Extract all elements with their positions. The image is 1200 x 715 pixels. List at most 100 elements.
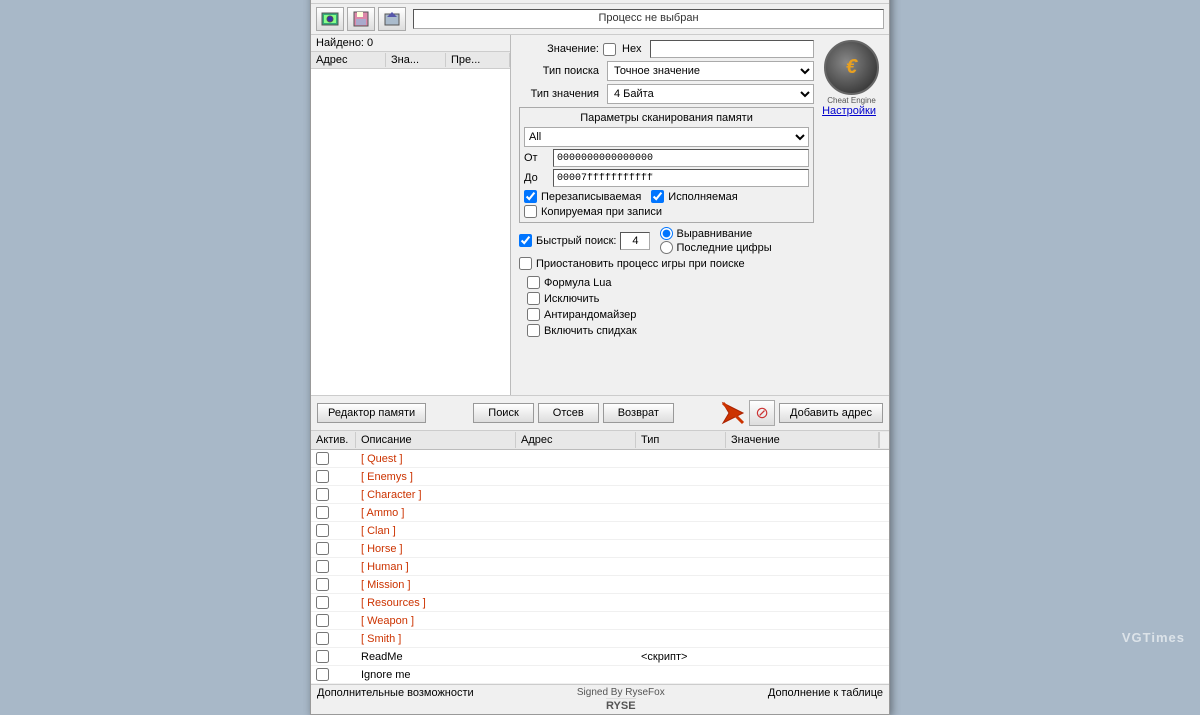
scan-type-select[interactable]: Точное значение xyxy=(607,61,814,81)
value-input[interactable] xyxy=(650,40,815,58)
writable-label: Перезаписываемая xyxy=(541,191,641,203)
row-desc: [ Smith ] xyxy=(356,632,516,646)
row-addr xyxy=(516,566,636,568)
to-input[interactable] xyxy=(553,169,809,187)
row-checkbox[interactable] xyxy=(316,524,329,537)
value-type-label: Тип значения xyxy=(519,88,599,100)
row-checkbox[interactable] xyxy=(316,578,329,591)
lua-formula-label: Формула Lua xyxy=(544,277,612,289)
row-checkbox[interactable] xyxy=(316,650,329,663)
hex-label: Hex xyxy=(622,43,642,55)
row-value xyxy=(726,530,889,532)
last-digits-radio[interactable] xyxy=(660,241,673,254)
row-value xyxy=(726,602,889,604)
filter-button[interactable]: Отсев xyxy=(538,403,599,423)
row-checkbox[interactable] xyxy=(316,542,329,555)
row-type xyxy=(636,584,726,586)
last-digits-label: Последние цифры xyxy=(676,242,771,254)
table-row[interactable]: [ Quest ] xyxy=(311,450,889,468)
row-checkbox[interactable] xyxy=(316,614,329,627)
address-table: Актив. Описание Адрес Тип Значение [ Que… xyxy=(311,431,889,684)
menu-table[interactable]: Таблица xyxy=(420,0,475,1)
lua-formula-checkbox[interactable] xyxy=(527,276,540,289)
col-active: Актив. xyxy=(311,432,356,448)
table-row[interactable]: [ Clan ] xyxy=(311,522,889,540)
open-process-button[interactable] xyxy=(316,7,344,31)
executable-checkbox[interactable] xyxy=(651,190,664,203)
save-button[interactable] xyxy=(347,7,375,31)
antirandom-label: Антирандомайзер xyxy=(544,309,636,321)
vgtimes-watermark: VGTimes xyxy=(1122,630,1185,645)
found-list[interactable] xyxy=(311,69,510,395)
process-name: Процесс не выбран xyxy=(413,9,884,29)
table-row[interactable]: [ Enemys ] xyxy=(311,468,889,486)
suspend-checkbox[interactable] xyxy=(519,257,532,270)
menu-file[interactable]: Файл xyxy=(315,0,354,1)
table-row[interactable]: [ Weapon ] xyxy=(311,612,889,630)
exclude-checkbox[interactable] xyxy=(527,292,540,305)
row-desc: [ Horse ] xyxy=(356,542,516,556)
from-input[interactable] xyxy=(553,149,809,167)
row-checkbox[interactable] xyxy=(316,596,329,609)
hex-checkbox[interactable] xyxy=(603,43,616,56)
scan-params-select[interactable]: All xyxy=(524,127,809,147)
table-header: Актив. Описание Адрес Тип Значение xyxy=(311,431,889,450)
row-addr xyxy=(516,638,636,640)
mem-editor-button[interactable]: Редактор памяти xyxy=(317,403,426,423)
load-button[interactable] xyxy=(378,7,406,31)
row-checkbox[interactable] xyxy=(316,506,329,519)
row-checkbox[interactable] xyxy=(316,488,329,501)
table-row[interactable]: [ Horse ] xyxy=(311,540,889,558)
table-row[interactable]: [ Mission ] xyxy=(311,576,889,594)
fast-search-input[interactable] xyxy=(620,232,650,250)
row-type xyxy=(636,476,726,478)
row-checkbox[interactable] xyxy=(316,560,329,573)
copy-on-write-checkbox[interactable] xyxy=(524,205,537,218)
address-list[interactable]: [ Quest ] [ Enemys ] [ Character ] [ Amm… xyxy=(311,450,889,684)
col-val: Значение xyxy=(726,432,879,448)
align-label: Выравнивание xyxy=(676,228,752,240)
align-radio[interactable] xyxy=(660,227,673,240)
table-row[interactable]: [ Ammo ] xyxy=(311,504,889,522)
value-type-select[interactable]: 4 Байта xyxy=(607,84,814,104)
fast-search-label: Быстрый поиск: xyxy=(536,235,616,247)
menu-help[interactable]: Справка xyxy=(513,0,568,1)
fast-search-checkbox[interactable] xyxy=(519,234,532,247)
row-addr xyxy=(516,548,636,550)
table-row[interactable]: [ Resources ] xyxy=(311,594,889,612)
speedhack-checkbox[interactable] xyxy=(527,324,540,337)
table-row[interactable]: ReadMe <скрипт> xyxy=(311,648,889,666)
from-label: От xyxy=(524,152,549,164)
menu-d3d[interactable]: D3D xyxy=(477,0,511,1)
addr-col-header: Адрес xyxy=(311,53,386,67)
return-button[interactable]: Возврат xyxy=(603,403,674,423)
stop-button[interactable]: ⊘ xyxy=(749,400,775,426)
add-address-button[interactable]: Добавить адрес xyxy=(779,403,883,423)
menu-edit[interactable]: Изменить xyxy=(356,0,418,1)
main-window: CE ChEAt Engine 7.0 ─ □ ✕ Файл Изменить … xyxy=(310,0,890,715)
row-addr xyxy=(516,656,636,658)
row-type: <скрипт> xyxy=(636,650,726,664)
row-checkbox[interactable] xyxy=(316,470,329,483)
copy-on-write-label: Копируемая при записи xyxy=(541,206,662,218)
row-addr xyxy=(516,602,636,604)
executable-label: Исполняемая xyxy=(668,191,737,203)
antirandom-checkbox[interactable] xyxy=(527,308,540,321)
row-checkbox[interactable] xyxy=(316,452,329,465)
row-type xyxy=(636,494,726,496)
ce-logo: € xyxy=(824,40,879,95)
status-left: Дополнительные возможности xyxy=(317,687,474,712)
row-value xyxy=(726,656,889,658)
row-value xyxy=(726,494,889,496)
table-row[interactable]: Ignore me xyxy=(311,666,889,684)
writable-checkbox[interactable] xyxy=(524,190,537,203)
row-desc: [ Mission ] xyxy=(356,578,516,592)
row-type xyxy=(636,620,726,622)
row-type xyxy=(636,458,726,460)
table-row[interactable]: [ Human ] xyxy=(311,558,889,576)
table-row[interactable]: [ Smith ] xyxy=(311,630,889,648)
settings-link[interactable]: Настройки xyxy=(822,105,881,117)
row-checkbox[interactable] xyxy=(316,632,329,645)
table-row[interactable]: [ Character ] xyxy=(311,486,889,504)
search-button[interactable]: Поиск xyxy=(473,403,533,423)
